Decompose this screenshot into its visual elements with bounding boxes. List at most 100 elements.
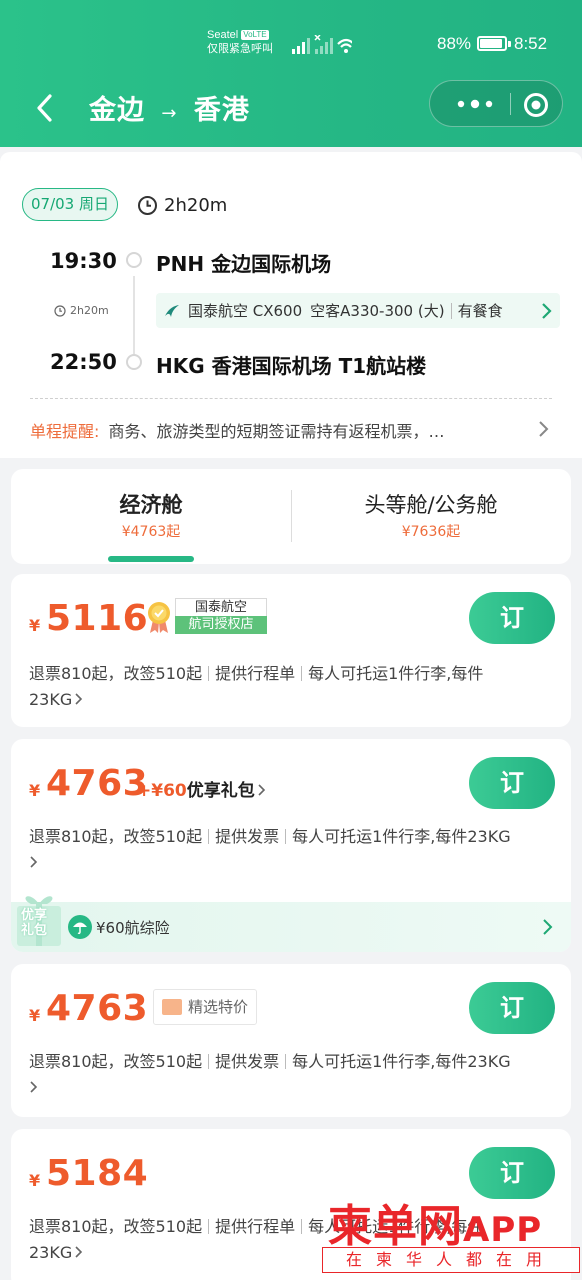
flight-date-badge: 07/03 周日 bbox=[22, 188, 118, 221]
refund-rule: 退票810起，改签510起 bbox=[29, 1052, 203, 1071]
reminder-label: 单程提醒: bbox=[30, 422, 100, 441]
book-button[interactable]: 订 bbox=[469, 757, 555, 809]
back-arrow-icon[interactable] bbox=[32, 90, 58, 126]
fare-price: 5116 bbox=[46, 598, 149, 639]
medal-icon bbox=[148, 602, 170, 633]
refund-rule: 退票810起，改签510起 bbox=[29, 664, 203, 683]
receipt-rule: 提供发票 bbox=[215, 827, 280, 846]
depart-airport: PNH 金边国际机场 bbox=[156, 252, 332, 276]
more-icon[interactable] bbox=[450, 95, 500, 113]
cabin-tabs: 经济舱 ¥4763起 头等舱/公务舱 ¥7636起 bbox=[11, 469, 571, 564]
fare-price: 4763 bbox=[46, 763, 149, 804]
tab-economy[interactable]: 经济舱 ¥4763起 bbox=[97, 489, 205, 541]
rules-chevron-icon bbox=[75, 1246, 83, 1258]
volte-badge: VoLTE bbox=[241, 30, 269, 40]
watermark-slogan: 在柬华人都在用 bbox=[322, 1247, 580, 1273]
dashed-divider bbox=[30, 398, 552, 399]
fare-rules[interactable]: 退票810起，改签510起 提供行程单 每人可托运1件行李,每件 23KG bbox=[29, 661, 559, 713]
carrier-name: Seatel bbox=[207, 29, 239, 41]
insurance-text: ¥60航综险 bbox=[96, 918, 170, 937]
book-button[interactable]: 订 bbox=[469, 592, 555, 644]
book-button[interactable]: 订 bbox=[469, 982, 555, 1034]
timeline-line bbox=[133, 276, 135, 354]
gift-badge: 优享礼包 bbox=[11, 882, 69, 950]
app-header: Seatel VoLTE 仅限紧急呼叫 88% 8:52 金边 → 香港 bbox=[0, 0, 582, 147]
meal-info: 有餐食 bbox=[457, 302, 503, 320]
gift-bar-chevron-icon bbox=[543, 919, 553, 935]
rules-chevron-icon bbox=[30, 856, 38, 868]
currency-symbol: ¥ bbox=[29, 1171, 41, 1190]
fare-rules[interactable]: 退票810起，改签510起 提供发票 每人可托运1件行李,每件23KG bbox=[29, 1049, 559, 1101]
gift-amount: +¥60 bbox=[137, 781, 187, 801]
fare-card[interactable]: ¥ 5116 国泰航空 航司授权店 订 退票810起，改签510起 提供行程单 每人… bbox=[11, 574, 571, 727]
origin-city: 金边 bbox=[89, 95, 145, 126]
authorized-agency-tag: 国泰航空 航司授权店 bbox=[145, 598, 267, 636]
arrive-time: 22:50 bbox=[50, 350, 117, 374]
airline-detail-link[interactable]: 国泰航空 CX600 空客A330-300 (大) 有餐食 bbox=[156, 293, 560, 328]
fare-rules[interactable]: 退票810起，改签510起 提供发票 每人可托运1件行李,每件23KG bbox=[29, 824, 559, 876]
total-duration: 2h20m bbox=[137, 192, 227, 218]
gift-package-link[interactable]: +¥60优享礼包 bbox=[137, 776, 266, 801]
special-offer-icon bbox=[162, 999, 182, 1015]
signal-wifi-icon bbox=[292, 35, 352, 54]
arrive-dot bbox=[126, 354, 142, 370]
chevron-right-icon bbox=[542, 303, 552, 319]
agency-type: 航司授权店 bbox=[175, 616, 267, 634]
baggage-rule: 每人可托运1件行李,每件 bbox=[308, 664, 484, 683]
refund-rule: 退票810起，改签510起 bbox=[29, 1217, 203, 1236]
rules-chevron-icon bbox=[75, 693, 83, 705]
baggage-weight: 23KG bbox=[29, 690, 73, 709]
airline-flight-no: 国泰航空 CX600 bbox=[188, 302, 303, 320]
baggage-rule: 每人可托运1件行李,每件23KG bbox=[292, 827, 511, 846]
aircraft-type: 空客A330-300 (大) bbox=[310, 302, 445, 320]
gift-badge-text: 优享礼包 bbox=[21, 908, 48, 938]
status-time: 8:52 bbox=[514, 34, 548, 53]
reminder-text: 商务、旅游类型的短期签证需持有返程机票，… bbox=[108, 422, 445, 441]
active-tab-indicator bbox=[108, 556, 194, 562]
receipt-rule: 提供行程单 bbox=[215, 1217, 296, 1236]
baggage-rule: 每人可托运1件行李,每件23KG bbox=[292, 1052, 511, 1071]
emergency-text: 仅限紧急呼叫 bbox=[207, 43, 273, 55]
watermark-logo: 柬单网APP 在柬华人都在用 bbox=[322, 1190, 582, 1280]
trip-reminder[interactable]: 单程提醒: 商务、旅游类型的短期签证需持有返程机票，… bbox=[30, 418, 445, 442]
tab-business-label: 头等舱/公务舱 bbox=[364, 493, 498, 517]
currency-symbol: ¥ bbox=[29, 616, 41, 635]
fare-card[interactable]: ¥ 4763 +¥60优享礼包 订 退票810起，改签510起 提供发票 每人可托运… bbox=[11, 739, 571, 952]
depart-time: 19:30 bbox=[50, 249, 117, 273]
segment-duration-text: 2h20m bbox=[70, 304, 109, 317]
destination-city: 香港 bbox=[193, 95, 250, 126]
refund-rule: 退票810起，改签510起 bbox=[29, 827, 203, 846]
battery-cap bbox=[508, 41, 511, 47]
receipt-rule: 提供行程单 bbox=[215, 664, 296, 683]
fare-card[interactable]: ¥ 4763 精选特价 订 退票810起，改签510起 提供发票 每人可托运1件行李… bbox=[11, 964, 571, 1117]
gift-package-bar[interactable]: 优享礼包 ¥60航综险 bbox=[11, 896, 571, 952]
battery-icon bbox=[477, 36, 507, 51]
segment-duration: 2h20m bbox=[54, 304, 109, 317]
gift-chevron-icon bbox=[258, 784, 265, 796]
clock-icon bbox=[138, 195, 157, 215]
capsule-divider bbox=[510, 93, 511, 115]
fare-price: 4763 bbox=[46, 988, 149, 1029]
receipt-rule: 提供发票 bbox=[215, 1052, 280, 1071]
status-bar: Seatel VoLTE 仅限紧急呼叫 88% 8:52 bbox=[0, 28, 582, 62]
insurance-item: ¥60航综险 bbox=[68, 915, 170, 939]
page-title: 金边 → 香港 bbox=[89, 88, 250, 127]
close-target-icon[interactable] bbox=[523, 92, 549, 118]
duration-text: 2h20m bbox=[164, 194, 228, 216]
reminder-chevron-icon bbox=[539, 421, 549, 437]
currency-symbol: ¥ bbox=[29, 1006, 41, 1025]
route-arrow: → bbox=[161, 103, 178, 124]
watermark-main: 柬单网APP bbox=[328, 1190, 542, 1254]
tab-business-price: ¥7636起 bbox=[401, 524, 461, 540]
arrive-airport: HKG 香港国际机场 T1航站楼 bbox=[156, 354, 427, 378]
special-offer-text: 精选特价 bbox=[188, 998, 249, 1016]
small-clock-icon bbox=[54, 304, 66, 317]
tab-divider bbox=[291, 490, 292, 542]
tab-business[interactable]: 头等舱/公务舱 ¥7636起 bbox=[351, 489, 511, 541]
gift-name: 优享礼包 bbox=[186, 781, 255, 801]
rules-chevron-icon bbox=[30, 1081, 38, 1093]
battery-percent: 88% bbox=[437, 34, 472, 53]
watermark-app: APP bbox=[463, 1210, 543, 1250]
miniprogram-capsule bbox=[429, 80, 563, 127]
carrier-info: Seatel VoLTE 仅限紧急呼叫 bbox=[207, 28, 273, 56]
